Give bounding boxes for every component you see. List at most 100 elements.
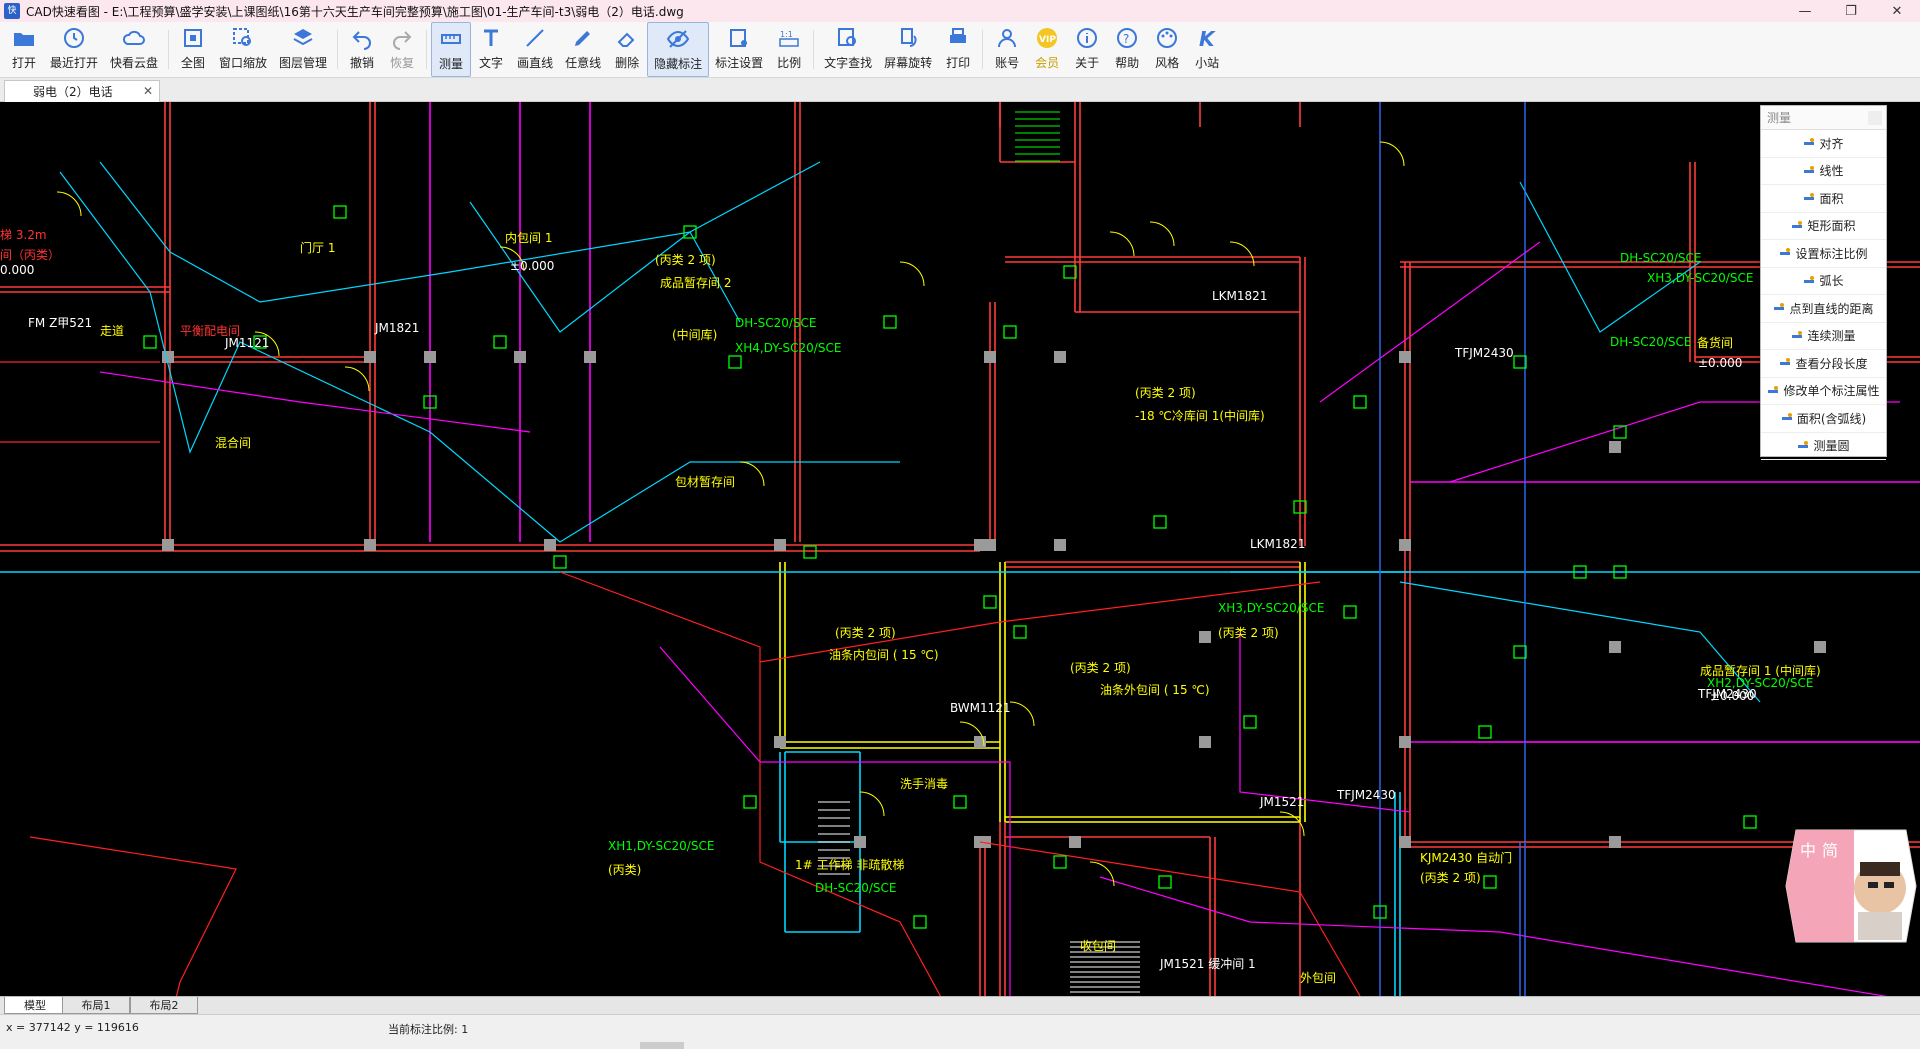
drawing-label: XH2,DY-SC20/SCE bbox=[1707, 676, 1813, 690]
measure-item-5[interactable]: 弧长 bbox=[1761, 268, 1886, 295]
measure-item-2[interactable]: 面积 bbox=[1761, 185, 1886, 213]
measure-item-3[interactable]: 矩形面积 bbox=[1761, 213, 1886, 240]
power-cable bbox=[29, 836, 237, 996]
toolbar-button-20[interactable]: VIP 会员 bbox=[1027, 22, 1067, 77]
toolbar-button-15[interactable]: 1:1 比例 bbox=[769, 22, 809, 77]
main-toolbar: 打开 最近打开 快看云盘 全图 窗口缩放 图层管理 撤销 恢复 测量 文字 画直线 任意线 删除 隐藏标注… bbox=[0, 22, 1920, 78]
telephone-outlet bbox=[728, 355, 742, 369]
toolbar-button-label: 打开 bbox=[11, 56, 36, 70]
measure-item-7[interactable]: 连续测量 bbox=[1761, 323, 1886, 350]
toolbar-button-9[interactable]: 文字 bbox=[471, 22, 511, 77]
document-tab[interactable]: 弱电（2）电话 ✕ bbox=[4, 80, 160, 102]
close-button[interactable]: ✕ bbox=[1874, 0, 1920, 22]
avatar-widget[interactable]: 中 简 bbox=[1784, 826, 1918, 946]
zoom-window-icon bbox=[231, 26, 255, 50]
measure-item-4[interactable]: 设置标注比例 bbox=[1761, 240, 1886, 268]
drawing-label: 混合间 bbox=[215, 435, 251, 450]
toolbar-button-24[interactable]: K 小站 bbox=[1187, 22, 1227, 77]
door-swing bbox=[1149, 221, 1175, 247]
measure-item-6[interactable]: 点到直线的距离 bbox=[1761, 295, 1886, 323]
drawing-label: (丙类 2 项) bbox=[1420, 871, 1481, 885]
toolbar-button-label: 屏幕旋转 bbox=[884, 56, 933, 70]
toolbar-button-7[interactable]: 恢复 bbox=[382, 22, 422, 77]
toolbar-button-8[interactable]: 测量 bbox=[431, 22, 472, 77]
toolbar-button-14[interactable]: 标注设置 bbox=[709, 22, 769, 77]
avatar-char-1: 中 bbox=[1800, 841, 1816, 860]
toolbar-button-4[interactable]: 窗口缩放 bbox=[213, 22, 273, 77]
cad-drawing[interactable]: 梯 3.2m间（丙类）0.000FM Z甲521走道 平衡配电间JM1121门厅 … bbox=[0, 102, 1920, 996]
column bbox=[984, 539, 996, 551]
measure-item-11[interactable]: 测量圆 bbox=[1761, 433, 1886, 460]
minimize-button[interactable]: — bbox=[1782, 0, 1828, 22]
toolbar-button-16[interactable]: 文字查找 bbox=[818, 22, 878, 77]
layout-tab-2[interactable]: 布局2 bbox=[130, 997, 198, 1014]
measure-item-label: 弧长 bbox=[1819, 274, 1844, 289]
drawing-label: JM1521 bbox=[1259, 795, 1304, 809]
toolbar-button-18[interactable]: 打印 bbox=[938, 22, 978, 77]
scale-setting-icon bbox=[1779, 247, 1791, 259]
toolbar-button-13[interactable]: 隐藏标注 bbox=[647, 22, 710, 77]
toolbar-button-23[interactable]: 风格 bbox=[1147, 22, 1187, 77]
toolbar-button-1[interactable]: 最近打开 bbox=[44, 22, 104, 77]
column bbox=[1199, 736, 1211, 748]
data-cable bbox=[1239, 632, 1411, 813]
drawing-label: 1# 工作梯 非疏散梯 bbox=[795, 857, 904, 872]
telephone-cable bbox=[99, 161, 741, 323]
toolbar-button-5[interactable]: 图层管理 bbox=[273, 22, 333, 77]
drawing-label: LKM1821 bbox=[1212, 289, 1267, 303]
toolbar-button-12[interactable]: 删除 bbox=[607, 22, 647, 77]
annotation-scale: 当前标注比例: 1 bbox=[388, 1023, 469, 1036]
align-measure-icon bbox=[1803, 137, 1815, 149]
toolbar-separator bbox=[168, 30, 170, 69]
toolbar-button-22[interactable]: ? 帮助 bbox=[1107, 22, 1147, 77]
door-swing bbox=[344, 366, 370, 392]
telephone-cable bbox=[469, 161, 821, 333]
toolbar-button-0[interactable]: 打开 bbox=[4, 22, 44, 77]
drawing-label: (丙类 2 项) bbox=[835, 626, 896, 640]
drawing-label: FM Z甲521 bbox=[28, 316, 92, 330]
measure-item-1[interactable]: 线性 bbox=[1761, 158, 1886, 185]
toolbar-button-3[interactable]: 全图 bbox=[173, 22, 213, 77]
layout-tab-1[interactable]: 布局1 bbox=[62, 997, 130, 1014]
toolbar-button-6[interactable]: 撤销 bbox=[342, 22, 382, 77]
toolbar-button-label: 比例 bbox=[777, 56, 802, 70]
column bbox=[162, 351, 174, 363]
tab-close-icon[interactable]: ✕ bbox=[143, 84, 153, 98]
drawing-label: (中间库) bbox=[672, 327, 717, 342]
drawing-label: (丙类 2 项) bbox=[655, 253, 716, 267]
layout-tab-0[interactable]: 模型 bbox=[4, 997, 66, 1014]
drawing-label: 0.000 bbox=[0, 263, 34, 277]
toolbar-button-label: 标注设置 bbox=[715, 56, 764, 70]
toolbar-button-label: 画直线 bbox=[517, 56, 554, 70]
drawing-label: ±0.000 bbox=[510, 259, 554, 273]
measure-item-8[interactable]: 查看分段长度 bbox=[1761, 350, 1886, 378]
toolbar-button-label: 关于 bbox=[1075, 56, 1100, 70]
drawing-canvas[interactable]: 梯 3.2m 间（丙类） 0.000 FM Z甲521 走道 平衡配电间 JM1121 门厅 … bbox=[0, 102, 1920, 996]
telephone-outlet bbox=[983, 595, 997, 609]
toolbar-button-2[interactable]: 快看云盘 bbox=[104, 22, 164, 77]
telephone-outlet bbox=[1013, 625, 1027, 639]
column bbox=[364, 351, 376, 363]
toolbar-button-11[interactable]: 任意线 bbox=[559, 22, 607, 77]
data-cable bbox=[659, 646, 1011, 996]
measure-item-10[interactable]: 面积(含弧线) bbox=[1761, 405, 1886, 433]
toolbar-button-10[interactable]: 画直线 bbox=[511, 22, 559, 77]
restore-button[interactable]: ❐ bbox=[1828, 0, 1874, 22]
drawing-label: DH-SC20/SCE bbox=[735, 316, 816, 330]
toolbar-separator bbox=[982, 30, 984, 69]
fit-all-icon bbox=[181, 26, 205, 50]
toolbar-button-19[interactable]: 账号 bbox=[987, 22, 1027, 77]
measure-item-9[interactable]: 修改单个标注属性 bbox=[1761, 378, 1886, 405]
telephone-outlet bbox=[1243, 715, 1257, 729]
toolbar-button-label: 快看云盘 bbox=[110, 56, 159, 70]
door-swing bbox=[859, 791, 885, 817]
telephone-outlet bbox=[1153, 515, 1167, 529]
panel-close-icon[interactable] bbox=[1868, 111, 1882, 125]
column bbox=[984, 351, 996, 363]
toolbar-button-17[interactable]: 屏幕旋转 bbox=[878, 22, 938, 77]
toolbar-button-21[interactable]: 关于 bbox=[1067, 22, 1107, 77]
drawing-label: ±0.000 bbox=[1710, 689, 1754, 703]
drawing-label: BWM1121 bbox=[950, 701, 1011, 715]
measure-item-0[interactable]: 对齐 bbox=[1761, 130, 1886, 158]
toolbar-button-label: 文字查找 bbox=[824, 56, 873, 70]
